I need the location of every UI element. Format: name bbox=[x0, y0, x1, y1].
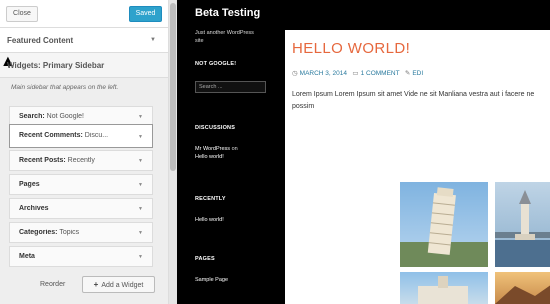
post-date-link[interactable]: MARCH 3, 2014 bbox=[300, 70, 347, 77]
widget-subtitle: Discu... bbox=[82, 132, 109, 139]
close-button[interactable]: Close bbox=[6, 6, 38, 22]
widget-title: Archives bbox=[19, 205, 49, 212]
site-preview: Beta Testing Just another WordPress site… bbox=[177, 0, 550, 304]
widget-title: Categories: bbox=[19, 229, 58, 236]
widget-recent-posts[interactable]: Recent Posts: Recently ▼ bbox=[9, 150, 153, 171]
customizer-header: Close Saved bbox=[0, 0, 168, 28]
chevron-down-icon[interactable]: ▼ bbox=[138, 158, 143, 164]
scrollbar-thumb[interactable] bbox=[170, 3, 176, 171]
widget-title: Recent Comments: bbox=[19, 132, 83, 139]
widget-title: Meta bbox=[19, 253, 35, 260]
gallery-image-sunset[interactable] bbox=[495, 272, 550, 304]
site-tagline: Just another WordPress site bbox=[195, 30, 254, 44]
widget-heading-recently: RECENTLY bbox=[195, 196, 226, 202]
post-title[interactable]: HELLO WORLD! bbox=[292, 40, 410, 57]
widget-title: Recent Posts: bbox=[19, 157, 66, 164]
add-widget-button[interactable]: + Add a Widget bbox=[82, 276, 155, 293]
sunset-icon bbox=[495, 285, 550, 304]
chevron-down-icon: ▼ bbox=[150, 37, 156, 43]
reorder-link[interactable]: Reorder bbox=[40, 281, 65, 288]
plus-icon: + bbox=[93, 280, 99, 289]
post-edit-link[interactable]: EDI bbox=[412, 70, 423, 77]
chevron-down-icon[interactable]: ▼ bbox=[138, 254, 143, 260]
recent-post-link[interactable]: Hello world! bbox=[195, 217, 224, 223]
section-featured-content[interactable]: Featured Content ▼ bbox=[0, 28, 168, 53]
chevron-down-icon[interactable]: ▼ bbox=[138, 134, 143, 140]
edit-icon: ✎ bbox=[404, 70, 411, 77]
widget-pages[interactable]: Pages ▼ bbox=[9, 174, 153, 195]
customizer-panel: Close Saved Featured Content ▼ Widgets: … bbox=[0, 0, 169, 304]
widget-heading-pages: PAGES bbox=[195, 256, 215, 262]
chevron-down-icon[interactable]: ▼ bbox=[138, 230, 143, 236]
widget-meta[interactable]: Meta ▼ bbox=[9, 246, 153, 267]
widget-heading-discussions: DISCUSSIONS bbox=[195, 125, 236, 131]
section-title: Widgets: Primary Sidebar bbox=[7, 61, 105, 70]
widget-subtitle: Topics bbox=[57, 229, 80, 236]
widget-title: Pages bbox=[19, 181, 40, 188]
comment-author-link[interactable]: Mr WordPress bbox=[195, 146, 230, 152]
widget-subtitle: Not Google! bbox=[44, 113, 84, 120]
site-title[interactable]: Beta Testing bbox=[195, 7, 260, 19]
comment-icon: ▭ bbox=[352, 70, 359, 77]
leaning-tower-icon bbox=[400, 187, 488, 267]
chevron-down-icon[interactable]: ▼ bbox=[138, 182, 143, 188]
widget-heading-not-google: NOT GOOGLE! bbox=[195, 61, 237, 67]
sample-page-link[interactable]: Sample Page bbox=[195, 277, 228, 283]
post-body: Lorem Ipsum Lorem Ipsum sit amet Vide ne… bbox=[292, 91, 535, 110]
comment-post-link[interactable]: Hello world! bbox=[195, 154, 224, 160]
widget-title: Search: bbox=[19, 113, 45, 120]
section-widgets-primary-sidebar[interactable]: Widgets: Primary Sidebar ▲ bbox=[0, 53, 168, 78]
customizer-scrollbar[interactable] bbox=[169, 0, 177, 304]
section-title: Featured Content bbox=[7, 36, 74, 45]
post-meta: ◷ MARCH 3, 2014 ▭ 1 COMMENT ✎ EDI bbox=[292, 69, 423, 77]
widget-recent-comments[interactable]: Recent Comments: Discu... ▼ bbox=[9, 124, 153, 148]
gallery-image-tower[interactable] bbox=[495, 182, 550, 267]
chevron-down-icon[interactable]: ▼ bbox=[138, 206, 143, 212]
add-widget-label: Add a Widget bbox=[101, 282, 144, 289]
chevron-down-icon[interactable]: ▼ bbox=[138, 114, 143, 120]
gallery-image-landmark[interactable] bbox=[400, 272, 488, 304]
saved-button[interactable]: Saved bbox=[129, 6, 162, 22]
maiden-tower-icon bbox=[495, 190, 550, 267]
recent-comment: Mr WordPress on Hello world! bbox=[195, 145, 238, 161]
gallery-image-pisa[interactable] bbox=[400, 182, 488, 267]
widget-subtitle: Recently bbox=[65, 157, 95, 164]
widget-categories[interactable]: Categories: Topics ▼ bbox=[9, 222, 153, 243]
clock-icon: ◷ bbox=[292, 70, 298, 77]
sidebar-description: Main sidebar that appears on the left. bbox=[11, 84, 119, 91]
post-comments-link[interactable]: 1 COMMENT bbox=[361, 70, 400, 77]
search-input[interactable]: Search ... bbox=[195, 81, 266, 93]
widget-archives[interactable]: Archives ▼ bbox=[9, 198, 153, 219]
building-icon bbox=[418, 276, 468, 304]
comment-on-text: on bbox=[230, 146, 238, 152]
